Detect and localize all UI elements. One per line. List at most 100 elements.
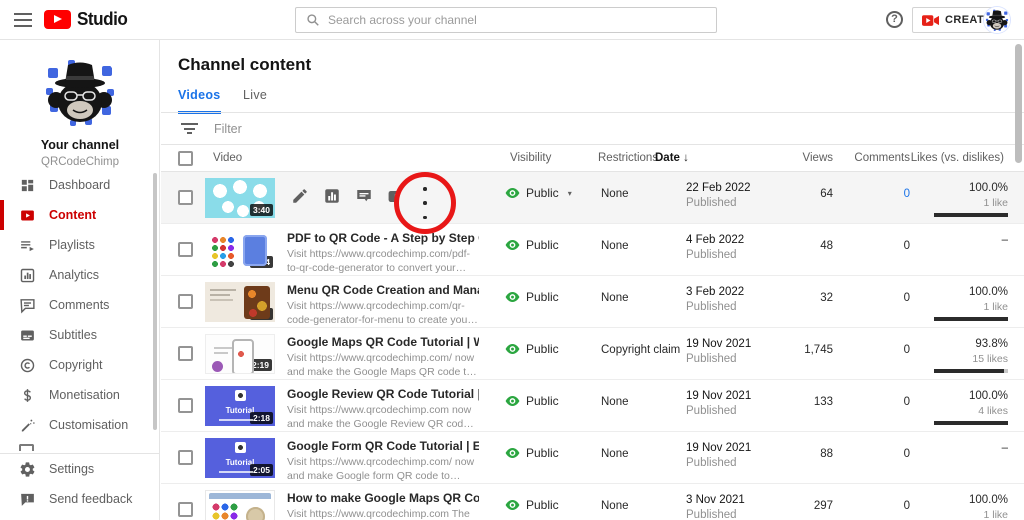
row-checkbox[interactable]	[178, 398, 193, 413]
tab-live[interactable]: Live	[243, 88, 267, 111]
comments-value[interactable]: 0	[904, 240, 910, 252]
table-header-row: Video Visibility Restrictions Date ↓ Vie…	[161, 145, 1024, 172]
channel-avatar[interactable]	[40, 52, 120, 132]
video-thumbnail[interactable]	[205, 490, 275, 520]
video-title[interactable]: Google Form QR Code Tutorial | Easily sh…	[287, 439, 479, 453]
column-header-views[interactable]: Views	[803, 152, 833, 164]
video-title-block[interactable]: Google Maps QR Code Tutorial | With a fe…	[287, 335, 479, 380]
video-title-block[interactable]: Menu QR Code Creation and Management - S…	[287, 283, 479, 328]
visibility-value: Public	[526, 394, 559, 408]
visibility-dropdown[interactable]: Public	[505, 394, 559, 408]
channel-search-bar[interactable]	[295, 7, 717, 33]
comments-icon	[17, 295, 37, 315]
video-thumbnail[interactable]: Tutorial 2:18	[205, 386, 275, 426]
sidebar-scrollbar[interactable]	[153, 173, 157, 430]
sidebar-item-content[interactable]: Content	[0, 200, 160, 230]
search-input[interactable]	[328, 13, 716, 27]
select-all-checkbox[interactable]	[178, 151, 193, 166]
video-title-block[interactable]: How to make Google Maps QR Code - Tutori…	[287, 491, 479, 520]
sidebar-item-dashboard[interactable]: Dashboard	[0, 170, 160, 200]
kebab-menu-icon[interactable]	[421, 187, 429, 219]
sidebar-item-customisation[interactable]: Customisation	[0, 410, 160, 440]
row-checkbox[interactable]	[178, 190, 193, 205]
column-header-comments[interactable]: Comments	[854, 152, 910, 164]
sidebar-item-settings[interactable]: Settings	[0, 454, 160, 484]
sidebar-item-send-feedback[interactable]: Send feedback	[0, 484, 160, 514]
likes-percentage: –	[1001, 442, 1008, 454]
visibility-dropdown[interactable]: Public	[505, 342, 559, 356]
video-title[interactable]: Menu QR Code Creation and Management - S…	[287, 283, 479, 297]
playlists-icon	[17, 235, 37, 255]
filter-placeholder[interactable]: Filter	[214, 122, 242, 136]
date-status: Published	[686, 509, 737, 520]
studio-logo-text[interactable]: Studio	[77, 9, 128, 30]
date-header-label: Date	[655, 152, 680, 164]
video-title[interactable]: How to make Google Maps QR Code - Tutori…	[287, 491, 479, 505]
video-title-block[interactable]: Google Form QR Code Tutorial | Easily sh…	[287, 439, 479, 484]
analytics-icon[interactable]	[323, 187, 342, 206]
column-header-likes[interactable]: Likes (vs. dislikes)	[911, 152, 1004, 164]
date-value: 19 Nov 2021	[686, 442, 752, 454]
video-description: Visit https://www.qrcodechimp.com/pdf-to…	[287, 248, 471, 274]
visibility-dropdown[interactable]: Public	[505, 290, 559, 304]
video-title-block[interactable]: PDF to QR Code - A Step by Step Guide #p…	[287, 231, 479, 276]
video-thumbnail[interactable]: 3:37	[205, 282, 275, 322]
row-checkbox[interactable]	[178, 242, 193, 257]
column-header-visibility[interactable]: Visibility	[510, 152, 551, 164]
sidebar-item-analytics[interactable]: Analytics	[0, 260, 160, 290]
column-header-video[interactable]: Video	[213, 152, 242, 164]
visibility-dropdown[interactable]: Public	[505, 238, 559, 252]
sidebar-item-monetisation[interactable]: Monetisation	[0, 380, 160, 410]
row-checkbox[interactable]	[178, 450, 193, 465]
video-title[interactable]: Google Review QR Code Tutorial | Get you…	[287, 387, 479, 401]
date-status: Published	[686, 457, 737, 469]
date-status: Published	[686, 197, 737, 209]
youtube-logo-icon[interactable]	[44, 10, 71, 29]
likes-count: 1 like	[983, 197, 1008, 209]
video-thumbnail[interactable]: Tutorial 2:05	[205, 438, 275, 478]
video-thumbnail[interactable]: 2:19	[205, 334, 275, 374]
help-icon[interactable]: ?	[886, 11, 903, 28]
video-title-block[interactable]: Google Review QR Code Tutorial | Get you…	[287, 387, 479, 432]
likes-ratio-bar	[934, 317, 1008, 321]
duration-badge: 2:05	[249, 464, 273, 476]
sidebar-item-label: Analytics	[49, 268, 100, 282]
youtube-icon[interactable]	[387, 187, 399, 206]
table-row: Tutorial 2:05 Google Form QR Code Tutori…	[161, 432, 1024, 484]
sidebar-item-copyright[interactable]: Copyright	[0, 350, 160, 380]
duration-badge: 3:37	[249, 308, 273, 320]
sidebar-item-label: Settings	[49, 462, 95, 476]
tab-videos[interactable]: Videos	[178, 88, 221, 114]
comments-value[interactable]: 0	[904, 188, 910, 200]
video-title[interactable]: PDF to QR Code - A Step by Step Guide #p…	[287, 231, 479, 245]
main-scrollbar[interactable]	[1015, 44, 1022, 163]
row-checkbox[interactable]	[178, 294, 193, 309]
hamburger-menu-icon[interactable]	[14, 13, 32, 27]
comments-value[interactable]: 0	[904, 448, 910, 460]
comments-icon[interactable]	[355, 187, 374, 206]
comments-value[interactable]: 0	[904, 396, 910, 408]
sidebar-item-playlists[interactable]: Playlists	[0, 230, 160, 260]
account-avatar[interactable]	[984, 7, 1010, 33]
edit-icon[interactable]	[291, 187, 310, 206]
visibility-dropdown[interactable]: Public	[505, 446, 559, 460]
row-checkbox[interactable]	[178, 502, 193, 517]
comments-value[interactable]: 0	[904, 344, 910, 356]
row-checkbox[interactable]	[178, 346, 193, 361]
sidebar-item-subtitles[interactable]: Subtitles	[0, 320, 160, 350]
filter-bar[interactable]: Filter	[161, 113, 1024, 145]
sidebar-item-label: Dashboard	[49, 178, 111, 192]
video-thumbnail[interactable]: 4:54	[205, 230, 275, 270]
sidebar-item-comments[interactable]: Comments	[0, 290, 160, 320]
column-header-restrictions[interactable]: Restrictions	[598, 152, 658, 164]
video-thumbnail[interactable]: 3:40	[205, 178, 275, 218]
comments-value[interactable]: 0	[904, 500, 910, 512]
public-eye-icon	[505, 448, 520, 458]
comments-value[interactable]: 0	[904, 292, 910, 304]
video-title[interactable]: Google Maps QR Code Tutorial | With a fe…	[287, 335, 479, 349]
visibility-dropdown[interactable]: Public ▾	[505, 186, 572, 200]
sidebar-item-label: Copyright	[49, 358, 103, 372]
column-header-date[interactable]: Date ↓	[655, 152, 689, 164]
filter-icon	[181, 121, 198, 137]
visibility-dropdown[interactable]: Public	[505, 498, 559, 512]
